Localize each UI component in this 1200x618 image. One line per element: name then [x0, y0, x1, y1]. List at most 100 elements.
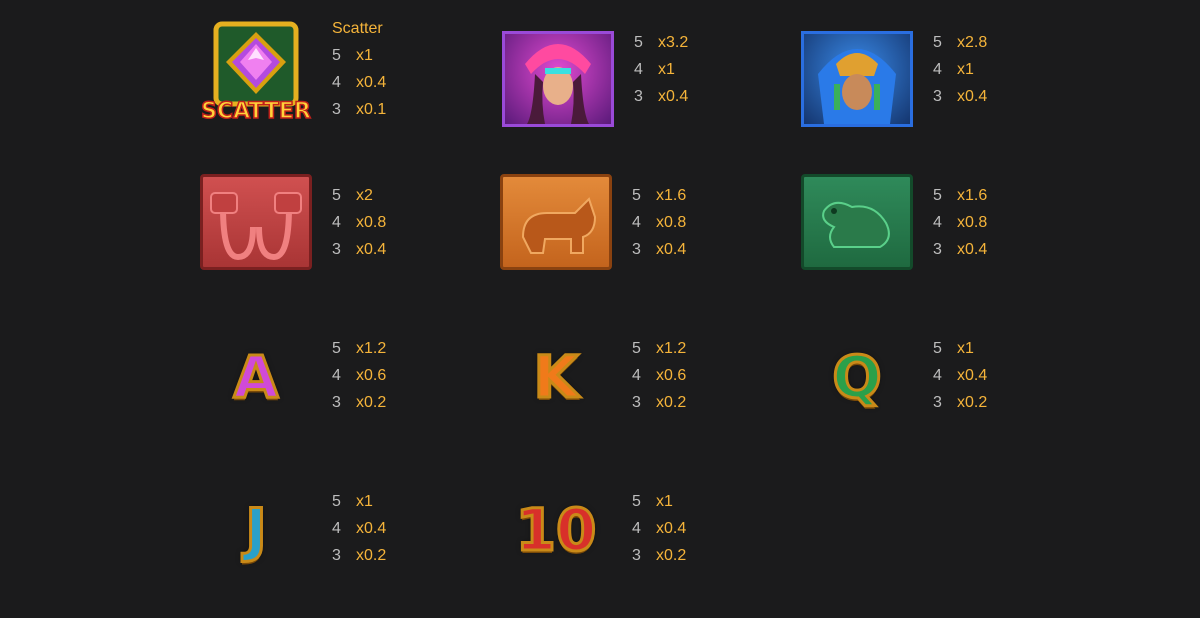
pay-row: 5 x1.6 — [933, 182, 987, 209]
number-10-icon: 10 — [514, 496, 598, 564]
pay-multiplier: x0.6 — [356, 367, 387, 384]
pay-multiplier: x0.4 — [356, 520, 387, 537]
paytable-cell-jaguar-tile: 5 x1.6 4 x0.8 3 x0.4 — [498, 174, 798, 312]
paytable-cell-warrior-woman: 5 x3.2 4 x1 3 x0.4 — [500, 29, 800, 159]
pay-row: 5 x2.8 — [933, 29, 987, 56]
pay-row: 5 x2 — [332, 182, 386, 209]
pay-multiplier: x0.4 — [656, 241, 687, 258]
pay-multiplier: x1.2 — [356, 340, 387, 357]
pay-count: 3 — [632, 547, 641, 564]
paytable-cell-frog-tile: 5 x1.6 4 x0.8 3 x0.4 — [799, 174, 1099, 312]
pay-multiplier: x0.8 — [356, 214, 387, 231]
letter-j-icon: J — [244, 496, 269, 564]
pay-row: 5 x1 — [332, 488, 386, 515]
pay-count: 5 — [332, 47, 341, 64]
paytable-cell-letter-a: A 5 x1.2 4 x0.6 3 x0.2 — [198, 335, 498, 465]
pay-multiplier: x3.2 — [658, 34, 689, 51]
pay-multiplier: x0.8 — [957, 214, 988, 231]
paytable-cell-letter-k: K 5 x1.2 4 x0.6 3 x0.2 — [498, 335, 798, 465]
pay-row: 5 x1 — [933, 335, 987, 362]
pay-multiplier: x1 — [658, 61, 675, 78]
pay-multiplier: x0.2 — [656, 547, 687, 564]
paytable-cell-scatter: SCATTER Scatter 5 x1 4 x0.4 3 x0.1 — [198, 15, 498, 145]
pay-row: 5 x3.2 — [634, 29, 688, 56]
pay-row: 4 x1 — [933, 56, 987, 83]
pay-count: 3 — [632, 241, 641, 258]
pay-count: 5 — [632, 493, 641, 510]
pay-count: 5 — [332, 340, 341, 357]
pay-multiplier: x0.2 — [957, 394, 988, 411]
pay-row: 4 x0.8 — [332, 209, 386, 236]
pay-count: 5 — [933, 34, 942, 51]
jaguar-tile-icon — [498, 172, 614, 272]
pay-count: 5 — [933, 340, 942, 357]
pay-row: 3 x0.2 — [632, 542, 686, 569]
pay-row: 4 x0.4 — [332, 515, 386, 542]
pay-count: 5 — [332, 493, 341, 510]
pay-count: 5 — [632, 340, 641, 357]
paytable-cell-number-10: 10 5 x1 4 x0.4 3 x0.2 — [498, 488, 798, 618]
pay-row: 5 x1.6 — [632, 182, 686, 209]
jaguar-warrior-icon — [799, 29, 915, 129]
pay-count: 4 — [332, 520, 341, 537]
pay-count: 4 — [332, 214, 341, 231]
pay-row: 4 x0.4 — [933, 362, 987, 389]
pay-multiplier: x0.4 — [658, 88, 689, 105]
pay-row: 4 x0.6 — [632, 362, 686, 389]
pay-multiplier: x0.6 — [656, 367, 687, 384]
pay-row: 5 x1 — [632, 488, 686, 515]
pay-count: 4 — [933, 214, 942, 231]
pay-count: 4 — [332, 74, 341, 91]
pay-multiplier: x0.2 — [356, 547, 387, 564]
pay-count: 3 — [632, 394, 641, 411]
scatter-icon: SCATTER — [198, 21, 314, 125]
pay-count: 5 — [332, 187, 341, 204]
pay-multiplier: x1 — [957, 61, 974, 78]
pay-row: 4 x0.4 — [632, 515, 686, 542]
pay-count: 3 — [332, 101, 341, 118]
pay-count: 3 — [332, 547, 341, 564]
pay-count: 5 — [933, 187, 942, 204]
pay-count: 3 — [933, 88, 942, 105]
pay-multiplier: x1.6 — [656, 187, 687, 204]
pay-multiplier: x2.8 — [957, 34, 988, 51]
pay-row: 3 x0.4 — [634, 83, 688, 110]
pay-row: 4 x0.4 — [332, 69, 386, 96]
pay-count: 3 — [332, 241, 341, 258]
pay-multiplier: x0.4 — [957, 367, 988, 384]
pay-count: 3 — [933, 394, 942, 411]
letter-k-icon: K — [532, 343, 580, 411]
pay-multiplier: x0.4 — [356, 241, 387, 258]
pay-row: 3 x0.4 — [632, 236, 686, 263]
pay-multiplier: x0.2 — [356, 394, 387, 411]
pay-multiplier: x0.2 — [656, 394, 687, 411]
pay-count: 5 — [632, 187, 641, 204]
pay-multiplier: x0.4 — [957, 241, 988, 258]
pay-multiplier: x1 — [356, 47, 373, 64]
paytable-cell-serpent-tile: 5 x2 4 x0.8 3 x0.4 — [198, 174, 498, 312]
paytable-cell-letter-q: Q 5 x1 4 x0.4 3 x0.2 — [799, 335, 1099, 465]
pay-row: 4 x0.8 — [632, 209, 686, 236]
pay-row: 3 x0.2 — [332, 389, 386, 416]
pay-multiplier: x2 — [356, 187, 373, 204]
pay-row: 3 x0.2 — [632, 389, 686, 416]
pay-count: 4 — [634, 61, 643, 78]
pay-count: 4 — [632, 520, 641, 537]
symbol-title: Scatter — [332, 20, 383, 37]
pay-row: 4 x1 — [634, 56, 688, 83]
letter-a-icon: A — [232, 343, 280, 411]
pay-count: 3 — [933, 241, 942, 258]
pay-count: 4 — [933, 61, 942, 78]
pay-row: 3 x0.2 — [332, 542, 386, 569]
pay-multiplier: x1 — [656, 493, 673, 510]
pay-row: 3 x0.4 — [332, 236, 386, 263]
pay-count: 3 — [332, 394, 341, 411]
pay-multiplier: x0.4 — [356, 74, 387, 91]
pay-multiplier: x0.4 — [656, 520, 687, 537]
pay-multiplier: x0.1 — [356, 101, 387, 118]
pay-multiplier: x1 — [957, 340, 974, 357]
pay-row: 4 x0.8 — [933, 209, 987, 236]
pay-row: 5 x1 — [332, 42, 386, 69]
pay-multiplier: x0.4 — [957, 88, 988, 105]
pay-row: 3 x0.2 — [933, 389, 987, 416]
